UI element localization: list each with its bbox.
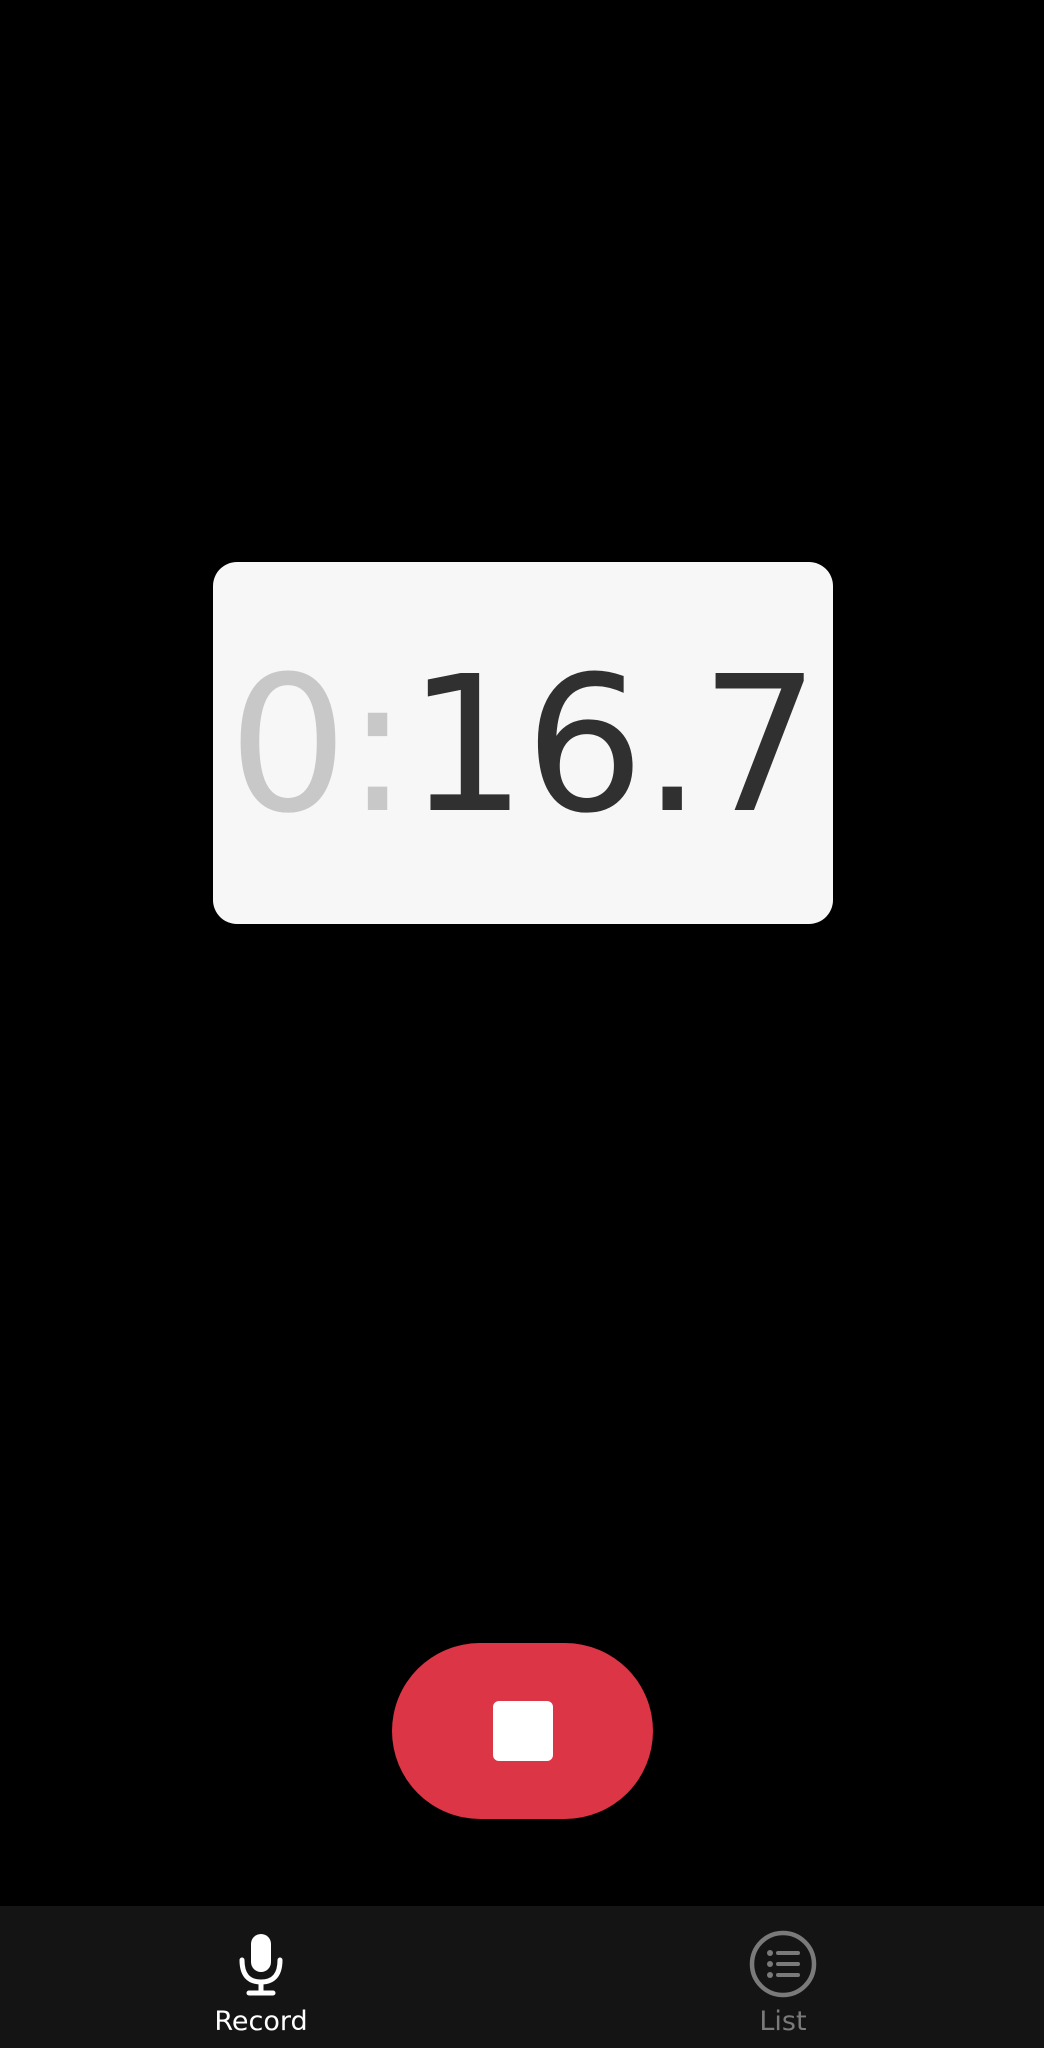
timer-text: 0:16.7: [228, 652, 820, 840]
recorder-screen: 0:16.7 Record List: [0, 0, 1044, 2048]
timer-seconds: 16.7: [407, 636, 820, 855]
stop-recording-button[interactable]: [392, 1643, 653, 1819]
list-icon: [749, 1930, 817, 1998]
nav-item-record[interactable]: Record: [131, 1906, 391, 2048]
bottom-navigation: Record List: [0, 1906, 1044, 2048]
stop-square-icon: [492, 1701, 553, 1761]
timer-minutes: 0:: [228, 636, 409, 855]
nav-label-list: List: [759, 2006, 807, 2037]
nav-label-record: Record: [214, 2006, 308, 2037]
microphone-icon: [239, 1934, 283, 1996]
nav-item-list[interactable]: List: [653, 1906, 913, 2048]
timer-display: 0:16.7: [213, 562, 833, 924]
